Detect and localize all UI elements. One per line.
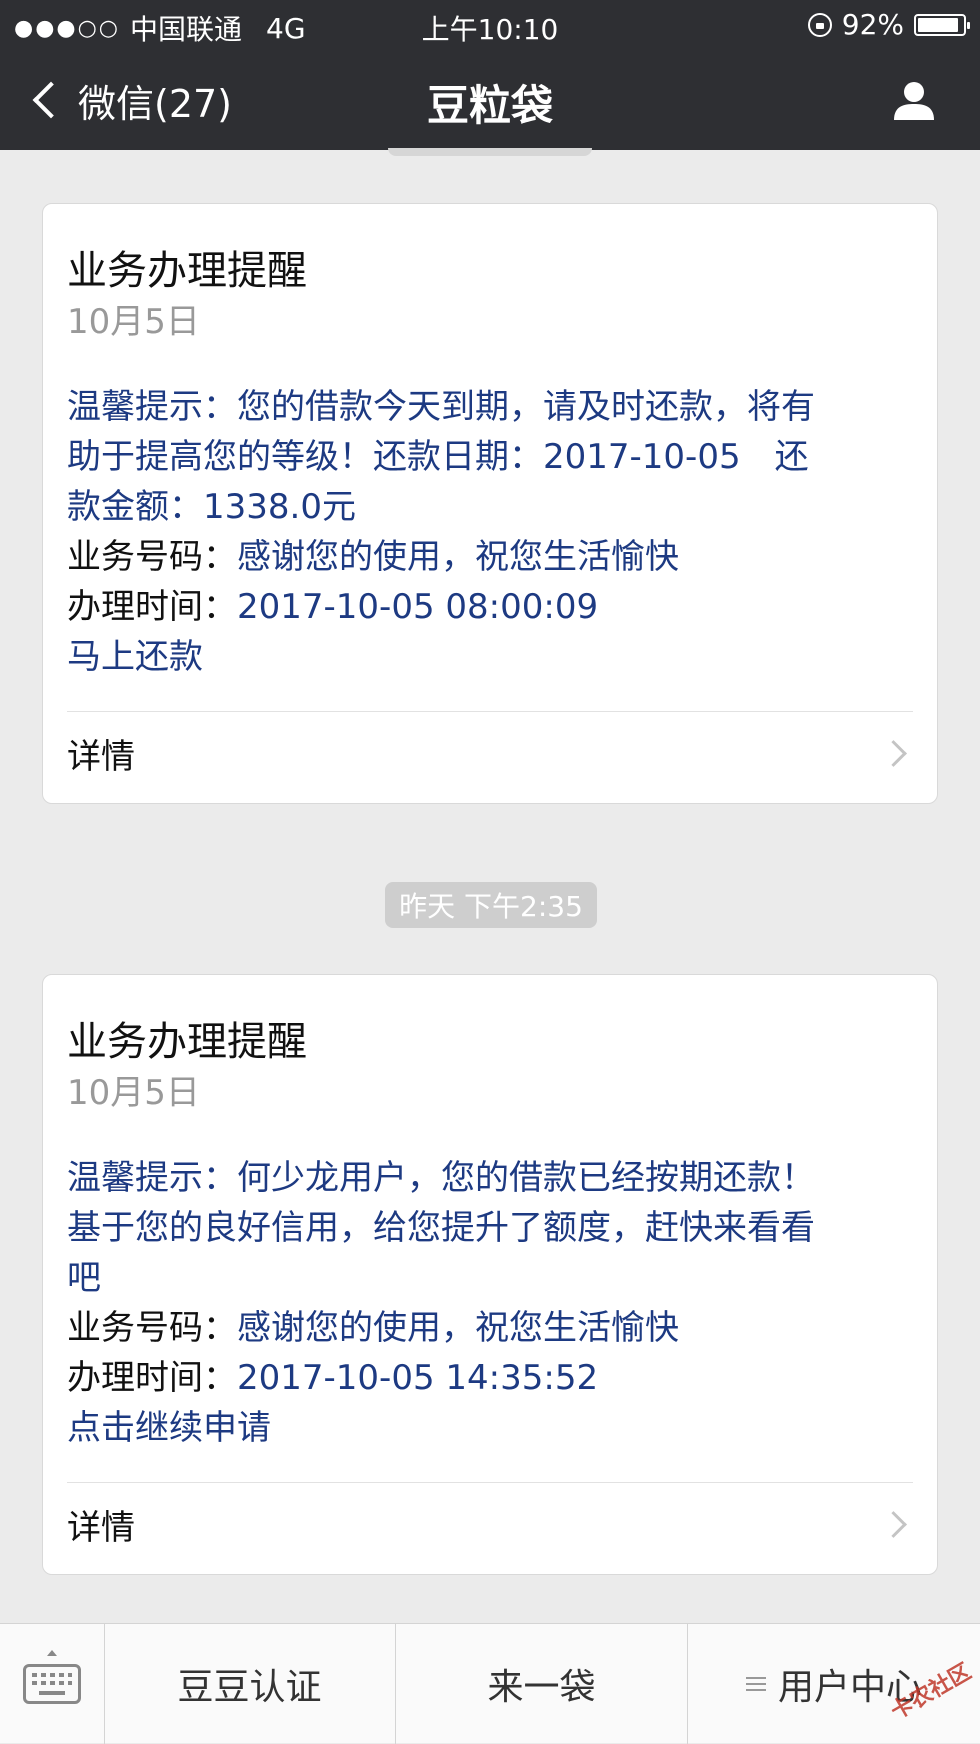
card-body: 温馨提示：您的借款今天到期，请及时还款，将有 助于提高您的等级！还款日期：201… [67, 382, 913, 682]
process-time-value: 2017-10-05 14:35:52 [237, 1358, 599, 1398]
menu-item-label: 来一袋 [487, 1667, 596, 1708]
process-time-row: 办理时间：2017-10-05 14:35:52 [67, 1353, 913, 1403]
menu-item-get-one[interactable]: 来一袋 [396, 1624, 688, 1744]
scroll-indicator [388, 148, 592, 156]
battery-fill [918, 17, 959, 32]
message-card: 业务办理提醒 10月5日 温馨提示：何少龙用户，您的借款已经按期还款！ 基于您的… [42, 974, 938, 1575]
business-number-row: 业务号码：感谢您的使用，祝您生活愉快 [67, 1303, 913, 1353]
card-text-line: 温馨提示：您的借款今天到期，请及时还款，将有 [67, 387, 815, 427]
submenu-icon [745, 1677, 766, 1691]
battery-icon [914, 13, 970, 36]
rotation-lock-icon [807, 12, 832, 37]
card-divider [67, 1482, 913, 1483]
card-text-line: 基于您的良好信用，给您提升了额度，赶快来看看 [67, 1208, 815, 1248]
detail-label: 详情 [67, 1507, 135, 1548]
status-right: 92% [807, 8, 970, 41]
business-number-value: 感谢您的使用，祝您生活愉快 [237, 1308, 679, 1348]
card-divider [67, 711, 913, 712]
process-time-label: 办理时间： [67, 587, 237, 627]
continue-apply-link[interactable]: 点击继续申请 [67, 1403, 913, 1453]
nav-bar: 微信(27) 豆粒袋 [0, 50, 980, 150]
message-card: 业务办理提醒 10月5日 温馨提示：您的借款今天到期，请及时还款，将有 助于提高… [42, 203, 938, 804]
process-time-value: 2017-10-05 08:00:09 [237, 587, 599, 627]
process-time-label: 办理时间： [67, 1358, 237, 1398]
business-number-value: 感谢您的使用，祝您生活愉快 [237, 537, 679, 577]
card-text-line: 吧 [67, 1258, 101, 1298]
page-title: 豆粒袋 [426, 81, 553, 130]
card-title: 业务办理提醒 [67, 1019, 307, 1065]
menu-item-label: 豆豆认证 [177, 1667, 322, 1708]
card-title: 业务办理提醒 [67, 248, 307, 294]
caret-up-icon [47, 1650, 57, 1656]
repay-now-link[interactable]: 马上还款 [67, 632, 913, 682]
card-body: 温馨提示：何少龙用户，您的借款已经按期还款！ 基于您的良好信用，给您提升了额度，… [67, 1153, 913, 1453]
bottom-menu-bar: 豆豆认证 来一袋 用户中心 卡农社区 [0, 1623, 980, 1744]
timestamp-badge: 昨天 下午2:35 [385, 882, 597, 928]
process-time-row: 办理时间：2017-10-05 08:00:09 [67, 582, 913, 632]
card-date: 10月5日 [67, 1073, 200, 1113]
chevron-right-icon [880, 739, 907, 767]
business-number-label: 业务号码： [67, 1308, 237, 1348]
keyboard-toggle-button[interactable] [0, 1624, 105, 1744]
business-number-label: 业务号码： [67, 537, 237, 577]
business-number-row: 业务号码：感谢您的使用，祝您生活愉快 [67, 532, 913, 582]
card-text-line: 助于提高您的等级！还款日期：2017-10-05 还 [67, 437, 809, 477]
detail-link[interactable]: 详情 [67, 1489, 913, 1559]
detail-link[interactable]: 详情 [67, 718, 913, 788]
menu-item-doudou-verify[interactable]: 豆豆认证 [104, 1624, 396, 1744]
keyboard-icon [23, 1664, 81, 1704]
detail-label: 详情 [67, 736, 135, 777]
card-text-line: 款金额：1338.0元 [67, 487, 356, 527]
battery-percent: 92% [841, 8, 904, 41]
status-bar: ●●●○○ 中国联通 4G 上午10:10 92% [0, 0, 980, 50]
user-profile-icon[interactable] [892, 78, 936, 122]
card-date: 10月5日 [67, 302, 200, 342]
card-text-line: 温馨提示：何少龙用户，您的借款已经按期还款！ [67, 1158, 815, 1198]
chevron-right-icon [880, 1510, 907, 1538]
